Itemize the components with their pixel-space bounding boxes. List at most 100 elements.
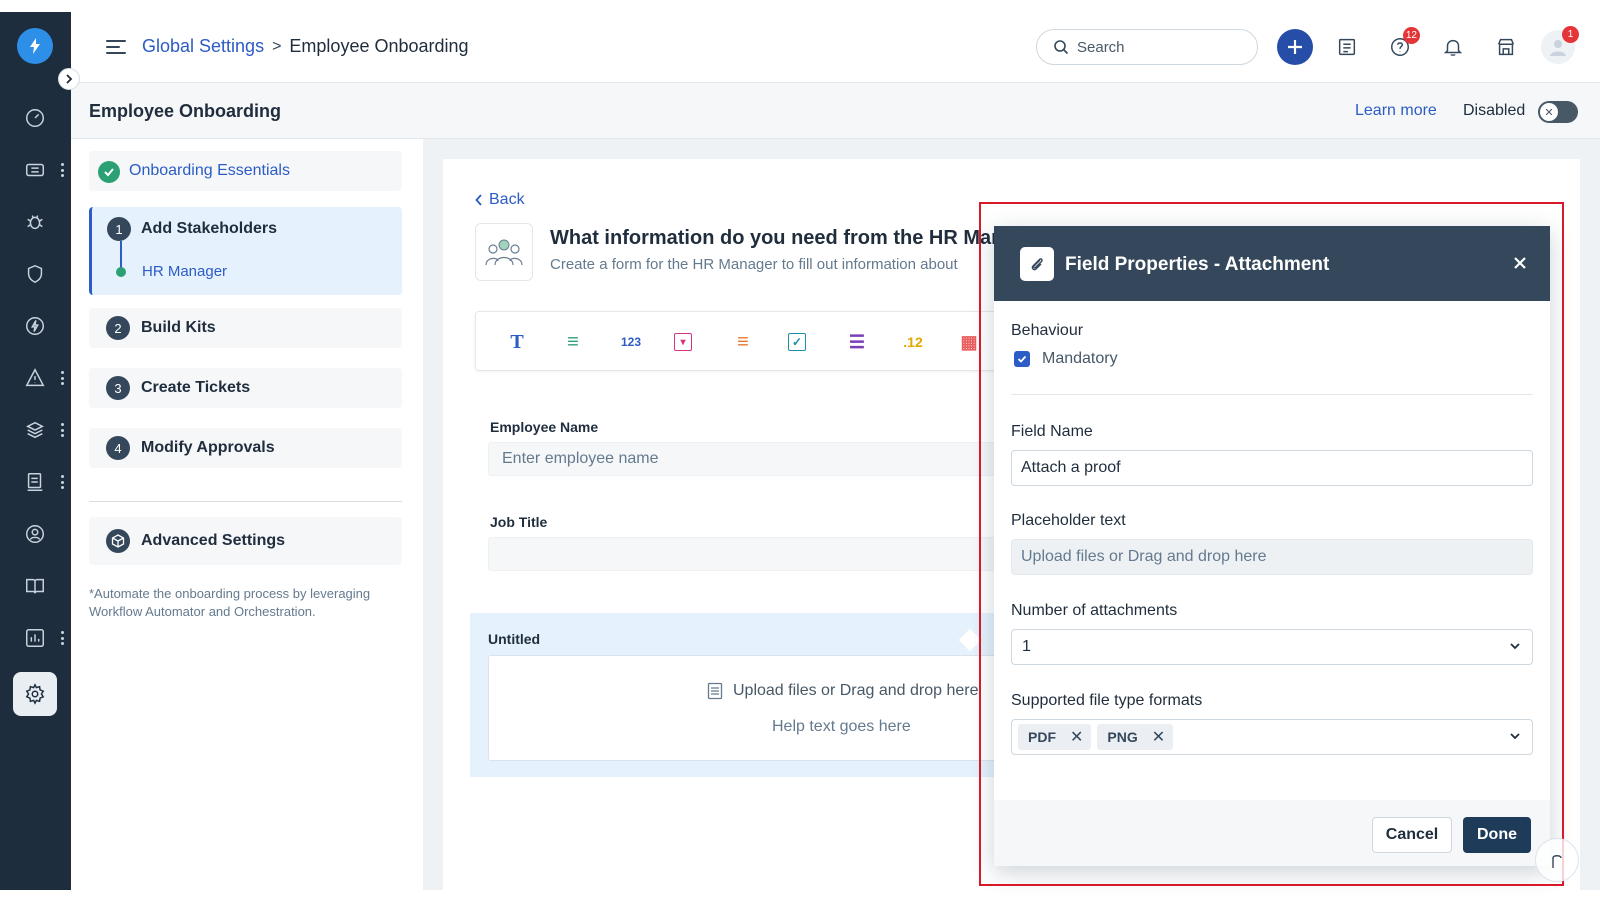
attachment-drop-zone[interactable]: Upload files or Drag and drop here Help … — [488, 655, 1048, 761]
file-formats-select[interactable]: PDF ✕ PNG ✕ — [1011, 719, 1533, 755]
toggle-x-icon: ✕ — [1540, 103, 1558, 121]
breadcrumb-global-settings[interactable]: Global Settings — [142, 36, 264, 57]
tickets-icon[interactable] — [22, 157, 48, 183]
changes-shield-icon[interactable] — [22, 261, 48, 287]
substep-hr-manager[interactable]: HR Manager — [142, 263, 227, 280]
contracts-more-icon[interactable] — [60, 475, 64, 489]
mandatory-checkbox[interactable] — [1014, 351, 1030, 367]
search-input[interactable] — [1077, 38, 1227, 56]
employee-name-field[interactable]: Enter employee name — [488, 442, 1028, 476]
field-properties-panel: Field Properties - Attachment Behaviour … — [994, 226, 1550, 866]
assets-layers-icon[interactable] — [22, 417, 48, 443]
stakeholder-group-icon — [475, 223, 533, 281]
dropdown-field-tool[interactable]: ▾ — [674, 333, 692, 351]
top-header: Global Settings > Employee Onboarding 12… — [71, 12, 1600, 83]
help-question-icon[interactable]: 12 — [1386, 27, 1420, 61]
step-number: 2 — [106, 316, 130, 340]
step-modify-approvals[interactable]: 4 Modify Approvals — [89, 428, 402, 468]
step-add-stakeholders[interactable]: 1 Add Stakeholders HR Manager — [89, 207, 402, 295]
job-title-field[interactable] — [488, 537, 1028, 571]
chevron-down-icon — [1510, 643, 1520, 650]
avatar-badge: 1 — [1562, 26, 1579, 43]
releases-bolt-icon[interactable] — [22, 313, 48, 339]
step-number: 4 — [106, 436, 130, 460]
attachments-count-value: 1 — [1022, 638, 1031, 655]
step-build-kits[interactable]: 2 Build Kits — [89, 308, 402, 348]
advanced-cube-icon — [106, 529, 130, 553]
attachments-count-select[interactable]: 1 — [1011, 629, 1533, 665]
page-title: Employee Onboarding — [89, 101, 282, 121]
contacts-card-icon[interactable] — [1333, 33, 1361, 61]
done-button[interactable]: Done — [1463, 817, 1531, 853]
breadcrumb-current: Employee Onboarding — [289, 36, 469, 56]
step-create-tickets[interactable]: 3 Create Tickets — [89, 368, 402, 408]
back-link[interactable]: Back — [475, 191, 525, 209]
help-badge: 12 — [1402, 27, 1420, 44]
paragraph-field-tool[interactable]: ≡ — [560, 330, 586, 354]
date-field-tool[interactable]: ▦ — [956, 330, 982, 354]
behaviour-divider — [1011, 394, 1533, 395]
notifications-bell-icon[interactable] — [1439, 33, 1467, 61]
page-subheader: Employee Onboarding Learn more Disabled … — [71, 83, 1600, 139]
settings-gear-icon[interactable] — [13, 672, 57, 716]
alerts-warning-icon[interactable] — [22, 365, 48, 391]
placeholder-text-input[interactable] — [1011, 539, 1533, 575]
onboarding-steps-panel: Onboarding Essentials 1 Add Stakeholders… — [71, 139, 423, 890]
contracts-document-icon[interactable] — [22, 469, 48, 495]
step-onboarding-essentials[interactable]: Onboarding Essentials — [89, 151, 402, 191]
menu-hamburger-icon[interactable] — [106, 40, 126, 54]
multi-select-field-tool[interactable]: ≡ — [730, 330, 756, 354]
analytics-more-icon[interactable] — [60, 631, 64, 645]
search-icon — [1054, 40, 1069, 55]
app-logo-icon[interactable] — [17, 28, 53, 64]
solutions-book-icon[interactable] — [22, 573, 48, 599]
chevron-left-icon — [475, 194, 482, 206]
breadcrumb-separator: > — [272, 37, 282, 55]
back-label: Back — [489, 191, 525, 208]
attachment-field-label: Untitled — [488, 631, 541, 647]
mandatory-label: Mandatory — [1042, 350, 1118, 367]
app-rail — [0, 12, 71, 890]
remove-tag-icon[interactable]: ✕ — [1152, 727, 1165, 747]
file-formats-label: Supported file type formats — [1011, 692, 1203, 709]
analytics-chart-icon[interactable] — [22, 625, 48, 651]
admin-people-icon[interactable] — [22, 521, 48, 547]
format-tag-label: PDF — [1028, 729, 1056, 745]
problems-bug-icon[interactable] — [22, 209, 48, 235]
step-label: Add Stakeholders — [141, 220, 278, 237]
assets-more-icon[interactable] — [60, 423, 64, 437]
field-name-input[interactable] — [1011, 450, 1533, 486]
job-title-label: Job Title — [490, 514, 548, 530]
attachment-field-selected[interactable]: Untitled Upload files or Drag and drop h… — [470, 613, 1048, 777]
format-tag: PNG ✕ — [1097, 724, 1174, 750]
dashboard-icon[interactable] — [22, 105, 48, 131]
breadcrumb: Global Settings > Employee Onboarding — [142, 36, 469, 57]
steps-divider — [89, 501, 402, 502]
step-number: 3 — [106, 376, 130, 400]
rail-expand-chevron-icon[interactable] — [58, 68, 80, 90]
close-icon[interactable] — [1510, 253, 1530, 273]
step-advanced-settings[interactable]: Advanced Settings — [89, 517, 402, 565]
enable-toggle[interactable]: ✕ — [1538, 101, 1578, 123]
number-field-tool[interactable]: 123 — [614, 330, 648, 354]
list-field-tool[interactable]: ☰ — [844, 330, 870, 354]
chevron-down-icon — [1510, 733, 1520, 740]
marketplace-store-icon[interactable] — [1492, 33, 1520, 61]
remove-tag-icon[interactable]: ✕ — [1070, 727, 1083, 747]
alerts-more-icon[interactable] — [60, 371, 64, 385]
search-box[interactable] — [1036, 29, 1258, 65]
form-question-title: What information do you need from the HR… — [550, 227, 1004, 249]
tickets-more-icon[interactable] — [60, 163, 64, 177]
help-widget-icon[interactable] — [1535, 838, 1579, 882]
new-item-plus-button[interactable] — [1277, 29, 1313, 65]
cancel-button[interactable]: Cancel — [1372, 817, 1452, 853]
panel-title: Field Properties - Attachment — [1065, 254, 1330, 275]
checkbox-field-tool[interactable]: ✓ — [788, 333, 806, 351]
user-avatar[interactable]: 1 — [1541, 26, 1579, 64]
learn-more-link[interactable]: Learn more — [1355, 102, 1437, 120]
paperclip-icon — [1020, 247, 1054, 281]
decimal-field-tool[interactable]: .12 — [900, 330, 926, 354]
text-field-tool[interactable]: T — [504, 330, 530, 354]
step-label: Advanced Settings — [141, 532, 286, 549]
form-question-subtitle: Create a form for the HR Manager to fill… — [550, 256, 958, 273]
